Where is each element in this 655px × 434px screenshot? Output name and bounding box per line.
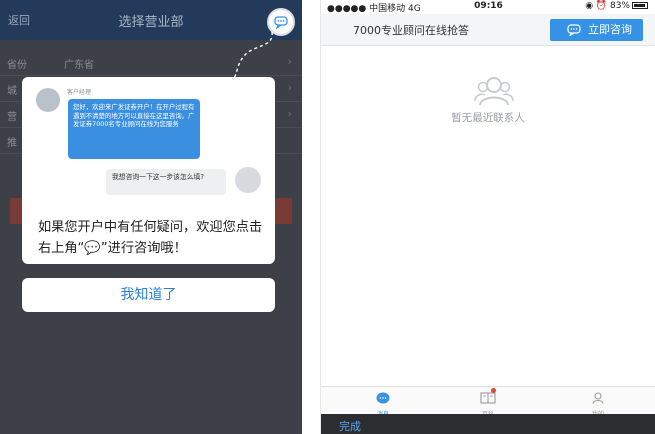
tab-bar: 消息 百科 我的 — [321, 386, 655, 418]
consult-header: 7000专业顾问在线抢答 立即咨询 — [321, 14, 655, 46]
row-label: 城 — [7, 86, 17, 97]
agent-message: 您好，欢迎来广发证券开户！在开户过程有遇到不清楚的地方可以直接在这里咨询。广发证… — [68, 99, 200, 159]
status-bar: ●●●●● 中国移动 4G 09:16 ◉ ⏰ 83% — [321, 0, 655, 14]
dashed-pointer — [233, 31, 273, 79]
battery-label: ◉ ⏰ 83% — [585, 1, 630, 11]
done-button[interactable]: 完成 — [339, 418, 361, 434]
row-label: 营 — [7, 112, 17, 123]
user-avatar — [235, 167, 261, 193]
agent-name: 客户经理 — [67, 89, 92, 96]
row-label: 省份 — [7, 60, 27, 71]
help-guide-modal: 客户经理 您好，欢迎来广发证券开户！在开户过程有遇到不清楚的地方可以直接在这里咨… — [22, 77, 275, 264]
user-message: 我想咨询一下这一步该怎么填? — [106, 169, 226, 195]
chevron-right-icon: › — [287, 55, 292, 68]
battery-icon — [632, 2, 648, 9]
guide-tip-text: 如果您开户中有任何疑问，欢迎您点击右上角“💬”进行咨询哦！ — [38, 220, 263, 256]
contacts-empty-icon — [474, 77, 514, 106]
keyboard-toolbar: 完成 — [321, 414, 655, 434]
consult-now-button[interactable]: 立即咨询 — [550, 19, 643, 41]
chat-bubble-icon — [567, 24, 581, 36]
message-icon — [376, 392, 390, 404]
row-label: 推 — [7, 138, 17, 149]
battery-indicator: ◉ ⏰ 83% — [585, 1, 648, 11]
screen-divider — [302, 0, 320, 434]
chevron-right-icon: › — [287, 107, 292, 120]
chevron-right-icon: › — [287, 81, 292, 94]
consult-button-label: 立即咨询 — [588, 23, 632, 36]
page-title: 选择营业部 — [118, 15, 184, 30]
got-it-button[interactable]: 我知道了 — [22, 278, 275, 312]
chat-bubble-icon — [274, 16, 288, 29]
header-text: 7000专业顾问在线抢答 — [353, 24, 469, 37]
empty-state-text: 暂无最近联系人 — [451, 112, 525, 124]
left-screen: 返回 选择营业部 省份 广东省 › 城 › 营 › 推 客户经理 您好，欢迎来广… — [0, 0, 302, 434]
profile-icon — [592, 392, 604, 404]
encyclopedia-icon — [480, 392, 496, 404]
badge-dot — [491, 388, 496, 393]
row-value: 广东省 — [64, 60, 94, 71]
agent-avatar — [36, 88, 60, 112]
right-screen: ●●●●● 中国移动 4G 09:16 ◉ ⏰ 83% 7000专业顾问在线抢答… — [320, 0, 655, 434]
